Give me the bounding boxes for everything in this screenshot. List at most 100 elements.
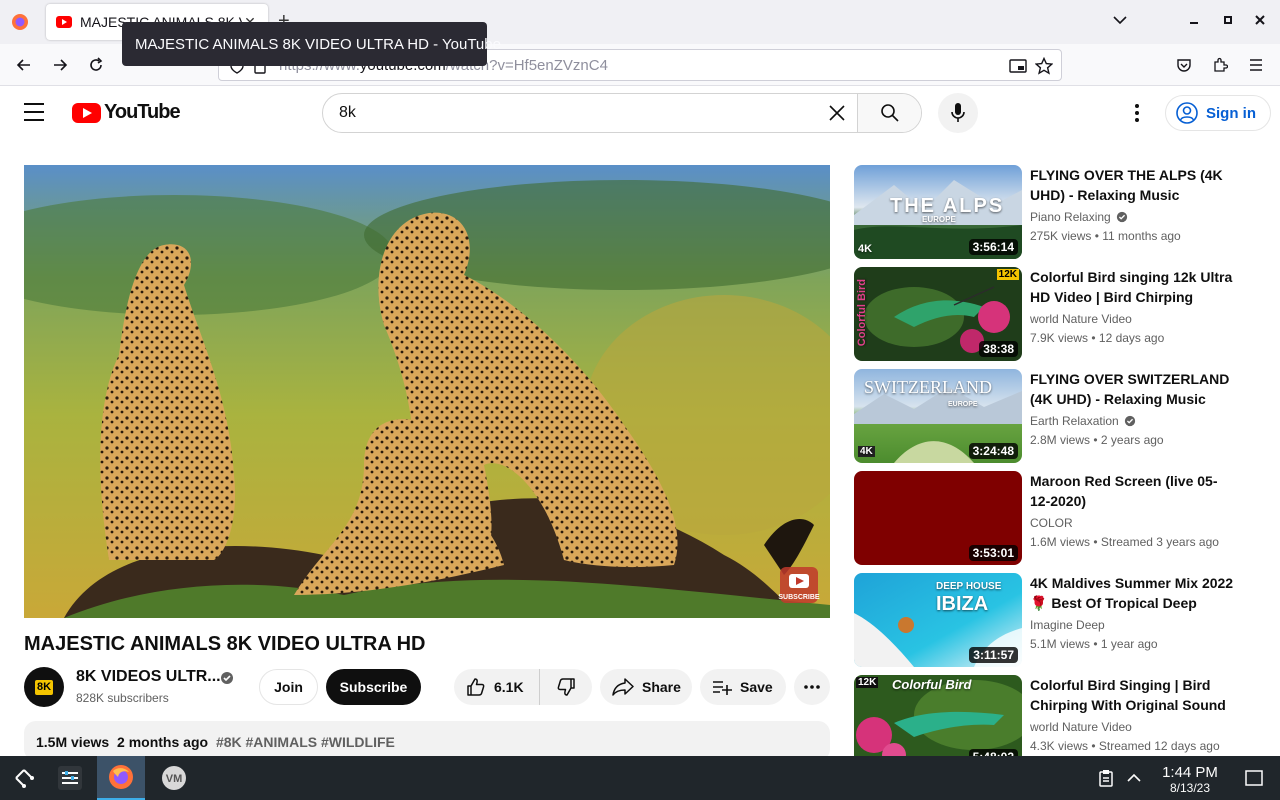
clock-time: 1:44 PM [1162,764,1218,781]
recommendation-title[interactable]: Colorful Bird singing 12k Ultra HD Video… [1030,267,1234,307]
thumbnail-caption-sub: EUROPE [948,401,978,408]
search-input[interactable]: 8k [323,94,817,132]
thumbnail-caption: IBIZA [936,593,989,615]
share-icon [612,678,634,696]
recommendation-thumbnail[interactable]: Colorful Bird 12K 38:38 [854,267,1022,361]
share-button[interactable]: Share [600,669,692,705]
video-player[interactable]: SUBSCRIBE [24,165,830,618]
thumbnail-caption-sub: DEEP HOUSE [936,581,1002,592]
video-duration: 3:56:14 [968,239,1018,255]
clear-search-icon[interactable] [817,94,857,132]
bookmark-star-icon[interactable] [1034,56,1054,79]
dislike-button[interactable] [540,677,592,697]
verified-badge-icon [1116,211,1128,223]
virt-manager-icon[interactable]: VM [150,756,198,800]
recommendation-item[interactable]: Colorful Bird 12K 38:38 Colorful Bird si… [854,267,1234,361]
maximize-window-icon[interactable] [1218,12,1238,29]
recommendation-thumbnail[interactable]: SWITZERLAND EUROPE 4K 3:24:48 [854,369,1022,463]
recommendation-thumbnail[interactable]: 12K Colorful Bird 5:48:02 [854,675,1022,769]
reload-icon[interactable] [84,53,108,77]
recommendation-item[interactable]: DEEP HOUSE IBIZA 3:11:57 4K Maldives Sum… [854,573,1234,667]
settings-more-icon[interactable] [1126,102,1148,124]
watermark-label: SUBSCRIBE [778,594,820,601]
channel-avatar[interactable]: 8K [24,667,64,707]
description-box[interactable]: 1.5M views 2 months ago #8K #ANIMALS #WI… [24,721,830,761]
search-button[interactable] [857,94,921,132]
app-menu-icon[interactable] [1244,53,1268,77]
recommendation-thumbnail[interactable]: THE ALPS EUROPE 4K 3:56:14 [854,165,1022,259]
list-all-tabs-icon[interactable] [1110,12,1130,29]
picture-in-picture-icon[interactable] [1009,58,1027,78]
recommendation-title[interactable]: Maroon Red Screen (live 05-12-2020) [1030,471,1234,511]
recommendation-title[interactable]: FLYING OVER SWITZERLAND (4K UHD) - Relax… [1030,369,1234,409]
recommendation-item[interactable]: 12K Colorful Bird 5:48:02 Colorful Bird … [854,675,1234,769]
subscriber-count: 828K subscribers [76,691,169,705]
video-duration: 3:24:48 [968,443,1018,459]
save-button[interactable]: Save [700,669,786,705]
task-manager-icon[interactable] [46,756,94,800]
recommendation-title[interactable]: FLYING OVER THE ALPS (4K UHD) - Relaxing… [1030,165,1234,205]
more-actions-button[interactable] [794,669,830,705]
recommendation-channel-name: Earth Relaxation [1030,414,1119,428]
recommendation-channel[interactable]: COLOR [1030,516,1073,530]
recommendation-meta: 5.1M views • 1 year ago [1030,637,1158,651]
video-duration: 38:38 [979,341,1018,357]
thumbnail-caption-sub: EUROPE [922,215,956,224]
recommendation-thumbnail[interactable]: 3:53:01 [854,471,1022,565]
save-label: Save [740,679,773,695]
search-box: 8k [322,93,922,133]
close-window-icon[interactable] [1250,12,1270,29]
video-duration: 3:11:57 [969,647,1018,663]
youtube-logo[interactable]: YouTube [72,101,181,124]
pocket-icon[interactable] [1172,53,1196,77]
recommendation-channel-name: world Nature Video [1030,720,1132,734]
forward-arrow-icon[interactable] [48,53,72,77]
guide-menu-icon[interactable] [24,103,48,123]
firefox-menu-icon[interactable] [8,10,32,34]
thumbnail-caption: Colorful Bird [892,677,972,692]
verified-badge-icon [1124,415,1136,427]
recommendation-channel[interactable]: Earth Relaxation [1030,414,1136,428]
recommendation-item[interactable]: 3:53:01 Maroon Red Screen (live 05-12-20… [854,471,1234,565]
account-avatar-icon [1176,102,1198,124]
subscribe-watermark-icon: SUBSCRIBE [778,567,820,603]
youtube-play-logo-icon [72,102,101,123]
channel-avatar-badge: 8K [34,679,54,695]
join-button[interactable]: Join [259,669,318,705]
sign-in-button[interactable]: Sign in [1165,95,1271,131]
application-launcher-icon[interactable] [0,756,48,800]
recommendation-channel[interactable]: world Nature Video [1030,312,1132,326]
like-button[interactable]: 6.1K [454,669,540,705]
recommendation-channel[interactable]: Imagine Deep [1030,618,1105,632]
quality-badge: 4K [858,243,873,255]
thumbnail-caption: SWITZERLAND [864,377,992,397]
back-arrow-icon[interactable] [12,53,36,77]
recommendation-item[interactable]: THE ALPS EUROPE 4K 3:56:14 FLYING OVER T… [854,165,1234,259]
recommendation-channel[interactable]: world Nature Video [1030,720,1132,734]
recommendation-meta: 275K views • 11 months ago [1030,229,1181,243]
youtube-wordmark: YouTube [104,101,181,123]
firefox-taskbar-icon[interactable] [97,756,145,800]
video-title: MAJESTIC ANIMALS 8K VIDEO ULTRA HD [24,633,426,655]
add-to-playlist-icon [713,681,732,695]
extensions-icon[interactable] [1208,53,1232,77]
recommendation-channel[interactable]: Piano Relaxing [1030,210,1128,224]
thumbnail-caption: Colorful Bird [856,279,868,347]
recommendation-title[interactable]: 4K Maldives Summer Mix 2022 🌹 Best Of Tr… [1030,573,1234,613]
recommendation-thumbnail[interactable]: DEEP HOUSE IBIZA 3:11:57 [854,573,1022,667]
sign-in-label: Sign in [1206,104,1256,122]
recommendation-channel-name: Imagine Deep [1030,618,1105,632]
recommendation-item[interactable]: SWITZERLAND EUROPE 4K 3:24:48 FLYING OVE… [854,369,1234,463]
recommendation-meta: 2.8M views • 2 years ago [1030,433,1164,447]
minimize-window-icon[interactable] [1184,12,1204,29]
channel-name[interactable]: 8K VIDEOS ULTR... [76,668,221,686]
hashtags[interactable]: #8K #ANIMALS #WILDLIFE [216,734,395,750]
clock[interactable]: 1:44 PM 8/13/23 [1150,764,1230,795]
show-desktop-icon[interactable] [1230,756,1278,800]
recommendation-title[interactable]: Colorful Bird Singing | Bird Chirping Wi… [1030,675,1234,715]
subscribe-button[interactable]: Subscribe [326,669,421,705]
recommendation-channel-name: COLOR [1030,516,1073,530]
voice-search-microphone-icon[interactable] [938,93,978,133]
like-dislike-group: 6.1K [454,669,592,705]
recommendation-channel-name: world Nature Video [1030,312,1132,326]
